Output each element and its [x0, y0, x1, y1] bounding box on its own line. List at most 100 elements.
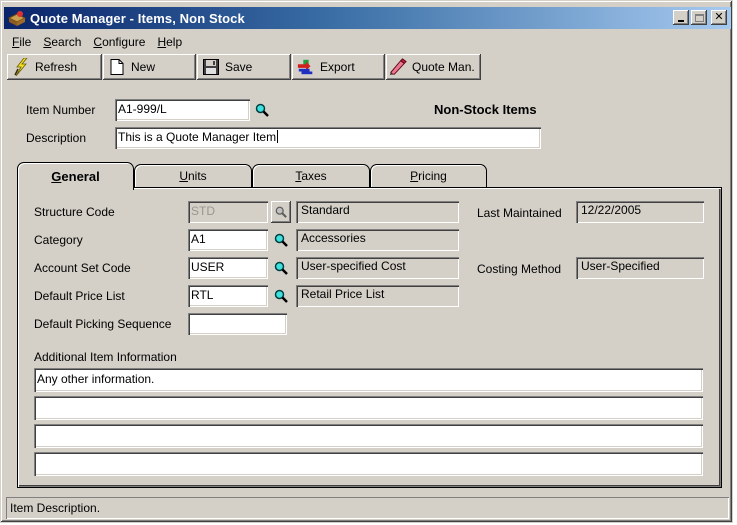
additional-info-line-4[interactable]: [34, 452, 703, 476]
maximize-icon: [694, 13, 704, 22]
account-set-finder-button[interactable]: [273, 260, 289, 276]
costing-method-label: Costing Method: [477, 262, 562, 276]
category-label: Category: [34, 233, 83, 247]
title-bar[interactable]: Quote Manager - Items, Non Stock ✕: [4, 7, 731, 29]
menu-configure-label: onfigure: [102, 35, 146, 49]
window-title: Quote Manager - Items, Non Stock: [30, 10, 245, 26]
lightning-icon: [12, 58, 30, 76]
price-list-description: Retail Price List: [296, 285, 459, 307]
tab-general[interactable]: General: [17, 162, 134, 190]
window-controls: ✕: [673, 10, 727, 25]
status-text: Item Description.: [10, 501, 101, 515]
search-icon: [275, 206, 287, 218]
toolbar: Refresh New Save Export Quote Man.: [7, 54, 481, 80]
new-label: New: [131, 60, 156, 74]
costing-method-text: User-Specified: [581, 259, 660, 273]
additional-info-line-3[interactable]: [34, 424, 703, 448]
default-price-list-value: RTL: [191, 288, 214, 302]
tab-pricing-accel: P: [410, 169, 419, 183]
structure-code-input: STD: [188, 201, 268, 223]
item-number-value: A1-999/L: [118, 102, 167, 116]
save-label: Save: [225, 60, 253, 74]
last-maintained-text: 12/22/2005: [581, 203, 642, 217]
status-bar: Item Description.: [6, 497, 729, 519]
app-window: Quote Manager - Items, Non Stock ✕ File …: [0, 0, 733, 523]
account-set-code-label: Account Set Code: [34, 261, 131, 275]
last-maintained-value: 12/22/2005: [576, 201, 704, 223]
account-set-code-input[interactable]: USER: [188, 257, 268, 279]
new-button[interactable]: New: [103, 54, 196, 80]
tab-pricing[interactable]: Pricing: [370, 164, 487, 188]
search-icon: [255, 103, 269, 117]
default-picking-sequence-label: Default Picking Sequence: [34, 317, 172, 331]
structure-code-value: STD: [191, 204, 215, 218]
close-icon: ✕: [714, 11, 724, 23]
item-number-finder-button[interactable]: [254, 102, 270, 118]
tab-units-accel: U: [179, 169, 188, 183]
quote-manager-button[interactable]: Quote Man.: [386, 54, 481, 80]
last-maintained-label: Last Maintained: [477, 206, 562, 220]
price-list-desc-text: Retail Price List: [301, 287, 385, 301]
quote-manager-label: Quote Man.: [412, 60, 475, 74]
page-heading: Non-Stock Items: [434, 102, 537, 117]
default-price-list-input[interactable]: RTL: [188, 285, 268, 307]
menu-help-label: elp: [166, 35, 183, 49]
search-icon: [274, 233, 288, 247]
account-set-code-value: USER: [191, 260, 225, 274]
structure-code-desc-text: Standard: [301, 203, 350, 217]
account-set-desc-text: User-specified Cost: [301, 259, 406, 273]
maximize-button[interactable]: [691, 10, 707, 25]
text-caret: [277, 130, 279, 143]
export-label: Export: [320, 60, 355, 74]
structure-code-description: Standard: [296, 201, 459, 223]
menu-search-label: earch: [51, 35, 82, 49]
app-icon: [8, 10, 26, 26]
pencil-icon: [389, 58, 407, 76]
default-price-list-label: Default Price List: [34, 289, 125, 303]
export-button[interactable]: Export: [292, 54, 385, 80]
menu-search[interactable]: Search: [37, 33, 87, 51]
category-desc-text: Accessories: [301, 231, 366, 245]
tab-general-label: eneral: [61, 169, 100, 184]
default-picking-sequence-input[interactable]: [188, 313, 287, 335]
save-button[interactable]: Save: [197, 54, 291, 80]
menu-help[interactable]: Help: [151, 33, 188, 51]
description-label: Description: [26, 131, 87, 145]
refresh-label: Refresh: [35, 60, 78, 74]
menu-file[interactable]: File: [7, 33, 37, 51]
menu-bar: File Search Configure Help: [7, 33, 188, 51]
additional-info-line-1[interactable]: Any other information.: [34, 368, 703, 392]
floppy-disk-icon: [202, 58, 220, 76]
menu-configure[interactable]: Configure: [87, 33, 151, 51]
search-icon: [274, 261, 288, 275]
description-input[interactable]: This is a Quote Manager Item: [115, 127, 541, 149]
item-number-label: Item Number: [26, 103, 96, 117]
structure-code-finder-button: [271, 201, 291, 223]
additional-info-label: Additional Item Information: [34, 350, 177, 364]
refresh-button[interactable]: Refresh: [7, 54, 102, 80]
tab-units-label: nits: [187, 169, 207, 183]
category-input[interactable]: A1: [188, 229, 268, 251]
additional-info-line-1-text: Any other information.: [37, 372, 155, 386]
additional-info-line-2[interactable]: [34, 396, 703, 420]
item-number-input[interactable]: A1-999/L: [115, 99, 250, 121]
description-value: This is a Quote Manager Item: [118, 130, 277, 144]
tab-units[interactable]: Units: [134, 164, 252, 188]
tab-taxes[interactable]: Taxes: [252, 164, 370, 188]
price-list-finder-button[interactable]: [273, 288, 289, 304]
menu-help-accel: H: [157, 35, 167, 49]
structure-code-label: Structure Code: [34, 205, 115, 219]
minimize-button[interactable]: [673, 10, 689, 25]
category-description: Accessories: [296, 229, 459, 251]
account-set-description: User-specified Cost: [296, 257, 459, 279]
costing-method-value: User-Specified: [576, 257, 704, 279]
minimize-icon: [678, 19, 684, 22]
menu-file-label: ile: [19, 35, 32, 49]
close-button[interactable]: ✕: [711, 10, 727, 25]
tab-pricing-label: ricing: [418, 169, 447, 183]
category-finder-button[interactable]: [273, 232, 289, 248]
tab-taxes-label: axes: [301, 169, 327, 183]
export-icon: [297, 58, 315, 76]
new-document-icon: [108, 58, 126, 76]
menu-configure-accel: C: [93, 35, 103, 49]
